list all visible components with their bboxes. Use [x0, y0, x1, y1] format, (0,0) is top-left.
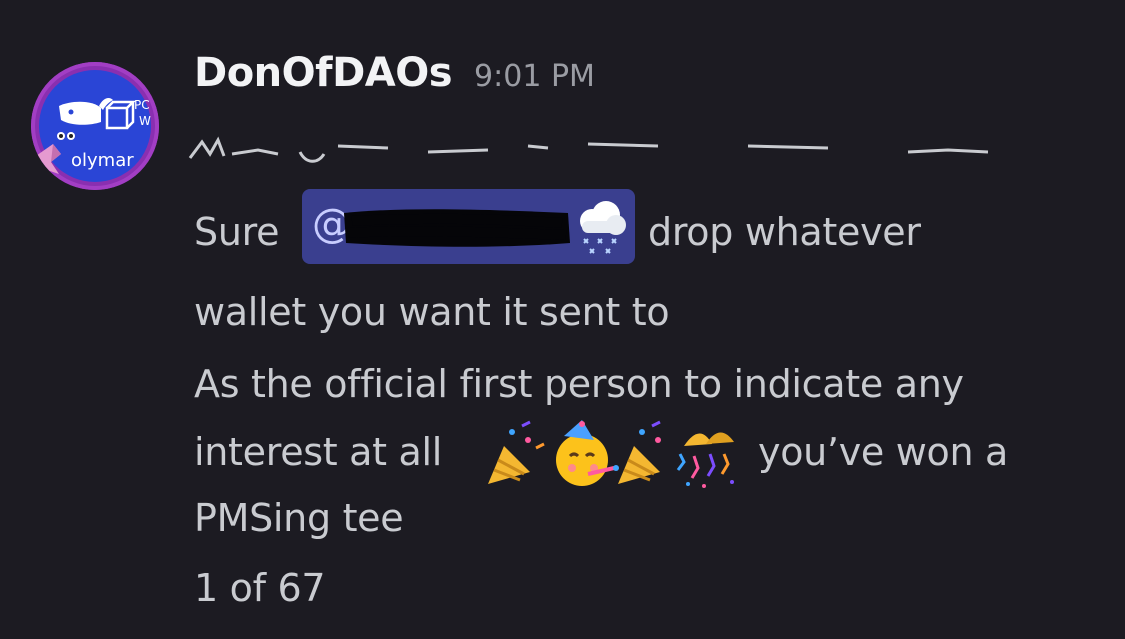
user-mention[interactable]: @ [302, 189, 635, 264]
message-line: As the official first person to indicate… [194, 362, 964, 406]
message-counter: 1 of 67 [194, 566, 326, 610]
emoji-group [488, 420, 734, 488]
redacted-line [188, 136, 989, 163]
confetti-ball-icon [676, 432, 734, 488]
chat-message: PC W olymar DonOfDAOs 9:01 PM Sure @ dro… [0, 0, 1125, 639]
message-line: PMSing tee [194, 496, 404, 540]
timestamp: 9:01 PM [474, 59, 595, 94]
message-header: DonOfDAOs 9:01 PM [194, 50, 595, 96]
cloud-snow-icon [580, 201, 626, 254]
message-line: interest at all [194, 430, 442, 474]
redacted-mention-name [344, 209, 570, 247]
message-line: wallet you want it sent to [194, 290, 670, 334]
party-popper-icon [488, 420, 545, 484]
message-line: Sure [194, 210, 279, 254]
message-text: interest at all [194, 430, 443, 474]
partying-face-icon [556, 420, 619, 486]
user-avatar[interactable]: PC W olymar [31, 62, 159, 190]
party-popper-icon [618, 420, 661, 484]
avatar-label-mid: W [139, 114, 151, 128]
avatar-label-top: PC [134, 98, 150, 112]
username[interactable]: DonOfDAOs [194, 50, 453, 96]
message-text: Sure [194, 210, 280, 254]
message-text: you’ve won a [758, 430, 1009, 474]
avatar-label: olymar [71, 150, 134, 171]
message-text: drop whatever [648, 210, 921, 254]
